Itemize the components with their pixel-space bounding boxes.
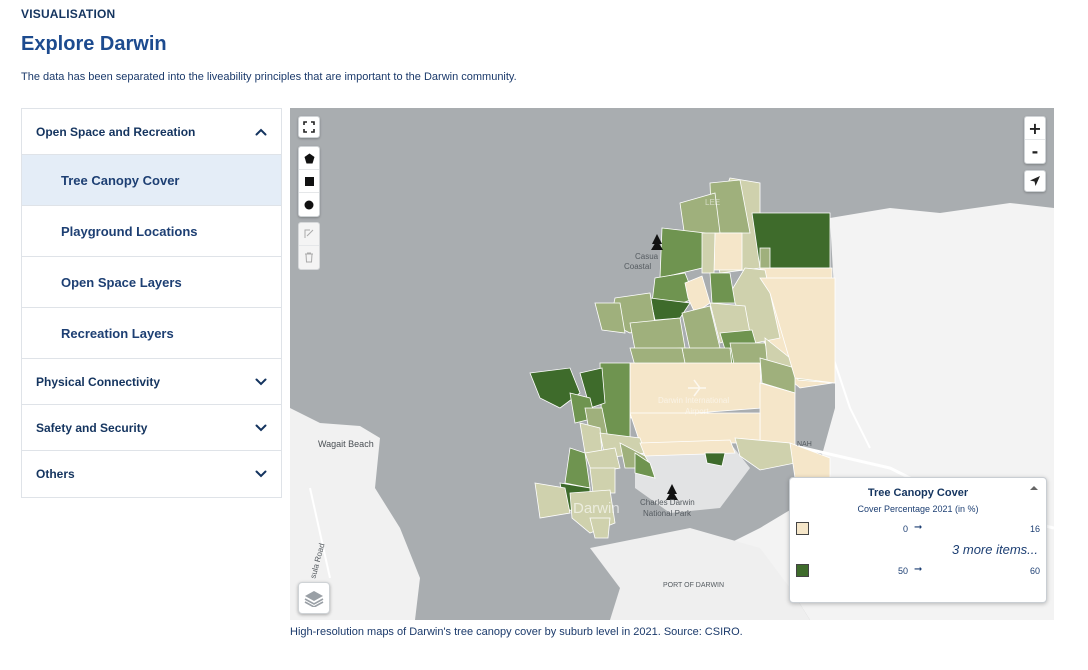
- map-label-port: PORT OF DARWIN: [663, 582, 725, 589]
- map-label-coastal: Coastal: [624, 262, 652, 271]
- legend-to: 60: [1029, 566, 1040, 576]
- map-label-charles-darwin: Charles Darwin: [640, 498, 695, 507]
- map-caption: High-resolution maps of Darwin's tree ca…: [290, 626, 743, 638]
- accordion-others[interactable]: Others: [22, 451, 281, 497]
- legend-from: 0: [902, 524, 908, 534]
- edit-layers-button[interactable]: [299, 223, 319, 246]
- locate-arrow-icon: [1030, 176, 1040, 186]
- intro-text: The data has been separated into the liv…: [21, 71, 517, 83]
- arrow-right-icon: ➞: [914, 564, 923, 575]
- draw-toolbar: [298, 146, 320, 217]
- map-label-airport: Darwin International: [658, 396, 730, 405]
- zoom-controls: + -: [1024, 116, 1046, 164]
- chevron-down-icon: [255, 376, 267, 388]
- accordion-physical-connectivity[interactable]: Physical Connectivity: [22, 359, 281, 405]
- legend-more-items-link[interactable]: 3 more items...: [952, 542, 1038, 557]
- fullscreen-icon: [303, 121, 315, 133]
- rectangle-icon: [304, 176, 314, 186]
- circle-icon: [304, 200, 314, 209]
- layers-button[interactable]: [298, 582, 330, 614]
- nav-item-recreation-layers[interactable]: Recreation Layers: [22, 308, 281, 359]
- map-legend: Tree Canopy Cover Cover Percentage 2021 …: [789, 477, 1047, 603]
- draw-polygon-button[interactable]: [299, 147, 319, 170]
- chevron-down-icon: [255, 468, 267, 480]
- map-label-wagait: Wagait Beach: [318, 439, 374, 449]
- accordion-open-space-label: Open Space and Recreation: [36, 124, 196, 139]
- arrow-right-icon: ➞: [914, 522, 923, 533]
- edit-icon: [304, 229, 314, 238]
- accordion-safety-security[interactable]: Safety and Security: [22, 405, 281, 451]
- locate-button[interactable]: [1024, 170, 1046, 192]
- edit-toolbar: [298, 222, 320, 270]
- chevron-up-icon: [255, 126, 267, 138]
- chevron-down-icon: [255, 422, 267, 434]
- category-accordion: Open Space and Recreation Tree Canopy Co…: [21, 108, 282, 498]
- accordion-open-space[interactable]: Open Space and Recreation: [22, 109, 281, 155]
- map-label-nah: NAH: [797, 441, 812, 448]
- map-label-darwin: Darwin: [573, 500, 620, 517]
- map-canvas[interactable]: Wagait Beach Casua Coastal Charles Darwi…: [290, 108, 1054, 620]
- draw-rectangle-button[interactable]: [299, 170, 319, 193]
- polygon-icon: [304, 153, 314, 163]
- legend-row: 0 ➞ 16: [796, 522, 1040, 536]
- map-label-airport-2: Airport: [685, 407, 709, 416]
- legend-swatch-dark: [796, 564, 809, 577]
- caret-up-icon: [1030, 486, 1038, 490]
- accordion-physical-connectivity-label: Physical Connectivity: [36, 374, 161, 389]
- layers-icon: [304, 591, 324, 607]
- fullscreen-button[interactable]: [298, 116, 320, 138]
- trash-icon: [305, 252, 313, 263]
- eyebrow-label: VISUALISATION: [21, 7, 116, 21]
- legend-title: Tree Canopy Cover: [867, 487, 969, 499]
- map-label-lee: LEE: [705, 198, 721, 207]
- legend-collapse-button[interactable]: [1028, 482, 1040, 494]
- accordion-safety-security-label: Safety and Security: [36, 420, 148, 435]
- legend-from: 50: [897, 566, 908, 576]
- map-label-national-park: National Park: [643, 509, 692, 518]
- page-title: Explore Darwin: [21, 33, 167, 55]
- nav-item-playgrounds[interactable]: Playground Locations: [22, 206, 281, 257]
- legend-swatch-light: [796, 522, 809, 535]
- zoom-in-button[interactable]: +: [1025, 117, 1045, 140]
- accordion-others-label: Others: [36, 467, 75, 481]
- nav-item-open-space-layers[interactable]: Open Space Layers: [22, 257, 281, 308]
- nav-item-tree-canopy[interactable]: Tree Canopy Cover: [22, 155, 281, 206]
- zoom-out-button[interactable]: -: [1025, 140, 1045, 163]
- legend-row: 50 ➞ 60: [796, 564, 1040, 578]
- delete-layers-button[interactable]: [299, 246, 319, 269]
- map-label-casuarina: Casua: [635, 252, 659, 261]
- legend-to: 16: [1029, 524, 1040, 534]
- draw-circle-button[interactable]: [299, 193, 319, 216]
- legend-subtitle: Cover Percentage 2021 (in %): [857, 504, 979, 514]
